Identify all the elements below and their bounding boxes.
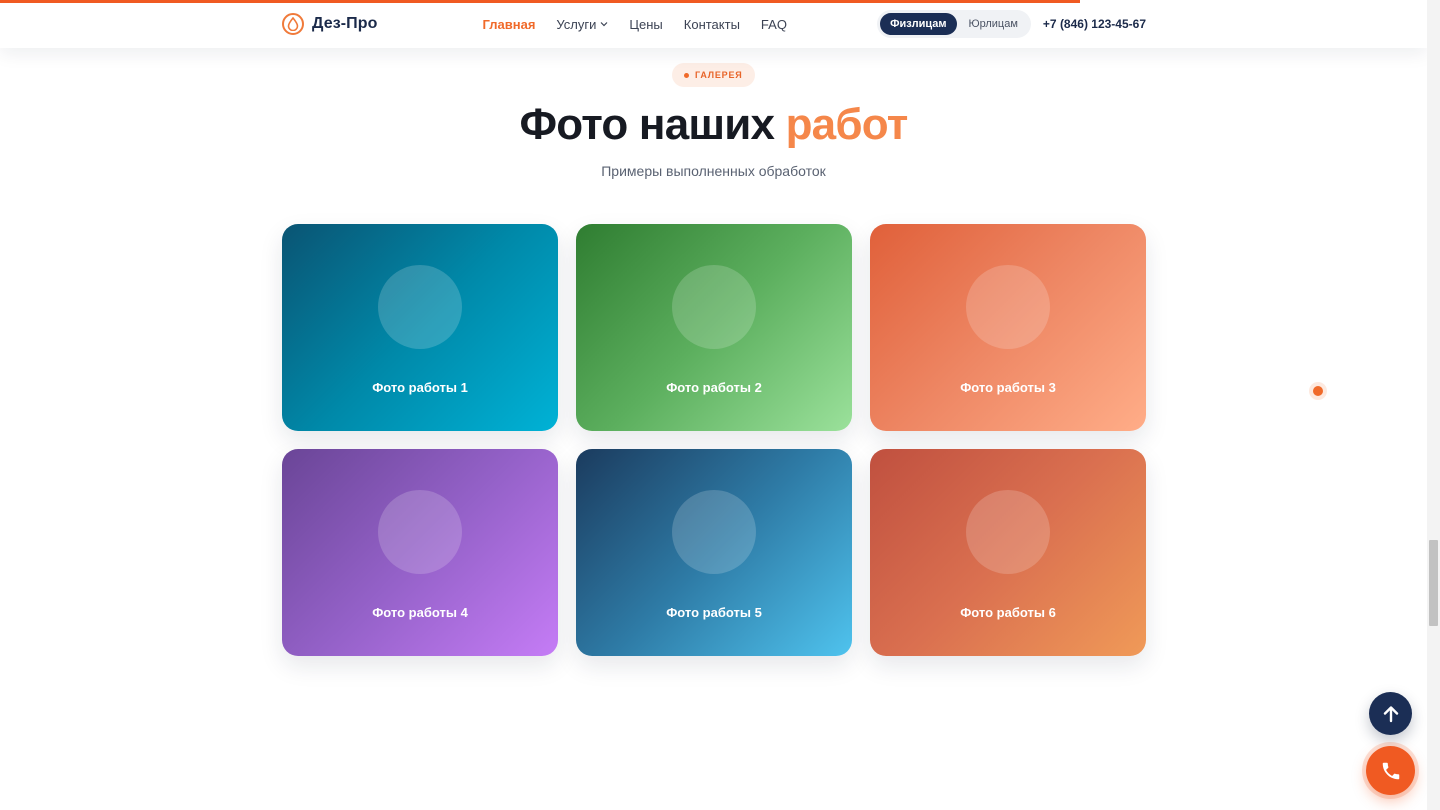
photo-placeholder <box>672 265 756 349</box>
gallery-card[interactable]: Фото работы 6 <box>870 449 1146 656</box>
chevron-down-icon <box>600 22 608 27</box>
photo-placeholder <box>966 265 1050 349</box>
nav-item-faq[interactable]: FAQ <box>761 17 787 32</box>
nav-item-contacts[interactable]: Контакты <box>684 17 740 32</box>
site-header: Дез-Про Главная Услуги Цены Контакты FAQ… <box>0 0 1427 48</box>
badge-label: ГАЛЕРЕЯ <box>695 70 743 80</box>
decorative-dot <box>1313 386 1323 396</box>
drop-logo-icon <box>282 13 304 35</box>
nav-label: Услуги <box>556 16 597 32</box>
gallery-card[interactable]: Фото работы 3 <box>870 224 1146 431</box>
audience-toggle: Физлицам Юрлицам <box>877 10 1031 38</box>
gallery-card[interactable]: Фото работы 4 <box>282 449 558 656</box>
gallery-card-label: Фото работы 5 <box>666 605 762 620</box>
main-nav: Главная Услуги Цены Контакты FAQ <box>483 17 787 32</box>
audience-companies-button[interactable]: Юрлицам <box>959 13 1028 35</box>
photo-placeholder <box>378 490 462 574</box>
gallery-card-label: Фото работы 2 <box>666 380 762 395</box>
arrow-up-icon <box>1383 705 1398 722</box>
gallery-card[interactable]: Фото работы 1 <box>282 224 558 431</box>
photo-placeholder <box>672 490 756 574</box>
phone-link[interactable]: +7 (846) 123-45-67 <box>1043 17 1146 31</box>
nav-label: Контакты <box>683 16 740 32</box>
title-accent: работ <box>785 100 909 149</box>
call-button[interactable] <box>1366 746 1415 795</box>
nav-label: FAQ <box>760 16 787 32</box>
nav-label: Главная <box>482 16 536 32</box>
photo-placeholder <box>378 265 462 349</box>
gallery-card-label: Фото работы 6 <box>960 605 1056 620</box>
brand-name: Дез-Про <box>312 15 378 32</box>
nav-item-prices[interactable]: Цены <box>629 17 662 32</box>
badge-dot <box>684 72 689 78</box>
section-badge: ГАЛЕРЕЯ <box>672 63 755 87</box>
scrollbar-thumb[interactable] <box>1429 540 1438 626</box>
scroll-to-top-button[interactable] <box>1369 692 1412 735</box>
section-subtitle: Примеры выполненных обработок <box>601 163 826 179</box>
audience-individuals-button[interactable]: Физлицам <box>880 13 957 35</box>
gallery-card-label: Фото работы 1 <box>372 380 468 395</box>
nav-item-services[interactable]: Услуги <box>556 17 608 32</box>
scrollbar[interactable] <box>1427 0 1440 810</box>
gallery-card-label: Фото работы 4 <box>372 605 468 620</box>
title-main: Фото наших <box>519 100 775 149</box>
nav-item-home[interactable]: Главная <box>483 17 536 32</box>
photo-placeholder <box>966 490 1050 574</box>
scroll-progress-bar <box>0 0 1080 3</box>
nav-label: Цены <box>629 16 663 32</box>
gallery-card[interactable]: Фото работы 5 <box>576 449 852 656</box>
phone-icon <box>1382 762 1399 779</box>
logo[interactable]: Дез-Про <box>282 13 378 35</box>
gallery-card[interactable]: Фото работы 2 <box>576 224 852 431</box>
gallery-card-label: Фото работы 3 <box>960 380 1056 395</box>
section-title: Фото наших работ <box>0 100 1427 150</box>
